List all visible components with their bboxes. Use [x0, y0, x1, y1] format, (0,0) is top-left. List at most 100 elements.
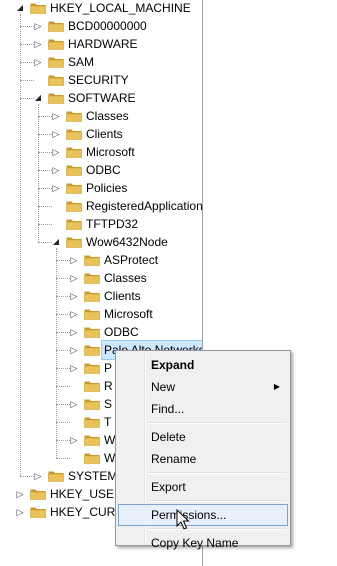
tree-node-label[interactable]: HARDWARE: [66, 35, 140, 53]
folder-icon: [84, 380, 100, 392]
menu-item-label: Permissions...: [151, 508, 227, 522]
tree-node-label[interactable]: R: [102, 377, 115, 395]
collapsed-triangle-icon[interactable]: ▷: [15, 488, 25, 500]
tree-node-policies[interactable]: ▷ Policies: [0, 179, 202, 197]
collapsed-triangle-icon[interactable]: ▷: [33, 56, 43, 68]
tree-node-wow-microsoft[interactable]: ▷ Microsoft: [0, 305, 202, 323]
tree-node-label[interactable]: BCD00000000: [66, 17, 149, 35]
tree-node-odbc[interactable]: ▷ ODBC: [0, 161, 202, 179]
folder-icon: [48, 470, 64, 482]
folder-icon: [84, 434, 100, 446]
folder-icon: [48, 56, 64, 68]
menu-item-label: Rename: [151, 452, 197, 466]
tree-node-label[interactable]: ASProtect: [102, 251, 160, 269]
folder-icon: [66, 146, 82, 158]
tree-node-label[interactable]: P: [102, 359, 114, 377]
menu-item-export[interactable]: Export: [118, 476, 288, 498]
menu-item-find[interactable]: Find...: [118, 398, 288, 420]
menu-item-delete[interactable]: Delete: [118, 426, 288, 448]
collapsed-triangle-icon[interactable]: ▷: [33, 38, 43, 50]
folder-icon: [84, 272, 100, 284]
folder-icon: [84, 452, 100, 464]
menu-item-new[interactable]: New ▶: [118, 376, 288, 398]
tree-node-wow6432node[interactable]: ◢ Wow6432Node: [0, 233, 202, 251]
tree-node-label[interactable]: RegisteredApplications: [84, 197, 202, 215]
collapsed-triangle-icon[interactable]: ▷: [69, 362, 79, 374]
tree-node-label[interactable]: SYSTEM: [66, 467, 119, 485]
tree-node-label[interactable]: Policies: [84, 179, 129, 197]
folder-icon: [66, 128, 82, 140]
submenu-arrow-icon: ▶: [273, 382, 280, 391]
tree-node-label[interactable]: HKEY_LOCAL_MACHINE: [48, 0, 193, 17]
tree-node-label[interactable]: Clients: [102, 287, 143, 305]
collapsed-triangle-icon[interactable]: ▷: [51, 164, 61, 176]
tree-node-hklm[interactable]: ◢ HKEY_LOCAL_MACHINE: [0, 0, 202, 17]
tree-node-tftpd32[interactable]: TFTPD32: [0, 215, 202, 233]
menu-item-label: Export: [151, 480, 186, 494]
collapsed-triangle-icon[interactable]: ▷: [51, 110, 61, 122]
expanded-triangle-icon[interactable]: ◢: [33, 92, 43, 104]
menu-item-rename[interactable]: Rename: [118, 448, 288, 470]
collapsed-triangle-icon[interactable]: ▷: [69, 398, 79, 410]
expanded-triangle-icon[interactable]: ◢: [15, 2, 25, 14]
folder-icon: [48, 38, 64, 50]
folder-icon: [30, 488, 46, 500]
collapsed-triangle-icon[interactable]: ▷: [69, 326, 79, 338]
tree-node-bcd[interactable]: ▷ BCD00000000: [0, 17, 202, 35]
folder-icon: [84, 254, 100, 266]
folder-icon: [84, 326, 100, 338]
menu-item-expand[interactable]: Expand: [118, 354, 288, 376]
collapsed-triangle-icon[interactable]: ▷: [33, 20, 43, 32]
tree-node-label[interactable]: SAM: [66, 53, 96, 71]
collapsed-triangle-icon[interactable]: ▷: [69, 254, 79, 266]
tree-node-clients[interactable]: ▷ Clients: [0, 125, 202, 143]
folder-icon: [48, 92, 64, 104]
collapsed-triangle-icon[interactable]: ▷: [69, 434, 79, 446]
collapsed-triangle-icon[interactable]: ▷: [69, 272, 79, 284]
collapsed-triangle-icon[interactable]: ▷: [51, 182, 61, 194]
tree-node-label[interactable]: Microsoft: [102, 305, 155, 323]
collapsed-triangle-icon[interactable]: ▷: [51, 146, 61, 158]
folder-icon: [84, 362, 100, 374]
tree-node-label[interactable]: SOFTWARE: [66, 89, 138, 107]
tree-node-software[interactable]: ◢ SOFTWARE: [0, 89, 202, 107]
tree-node-label[interactable]: ODBC: [84, 161, 123, 179]
folder-icon: [66, 182, 82, 194]
collapsed-triangle-icon[interactable]: ▷: [33, 470, 43, 482]
tree-node-sam[interactable]: ▷ SAM: [0, 53, 202, 71]
collapsed-triangle-icon[interactable]: ▷: [69, 290, 79, 302]
tree-node-label[interactable]: S: [102, 395, 114, 413]
tree-node-label[interactable]: Wow6432Node: [84, 233, 170, 251]
menu-item-label: Delete: [151, 430, 186, 444]
tree-node-label[interactable]: ODBC: [102, 323, 141, 341]
folder-icon: [30, 506, 46, 518]
tree-node-label[interactable]: Classes: [102, 269, 149, 287]
tree-node-wow-clients[interactable]: ▷ Clients: [0, 287, 202, 305]
folder-icon: [84, 308, 100, 320]
tree-node-classes[interactable]: ▷ Classes: [0, 107, 202, 125]
collapsed-triangle-icon[interactable]: ▷: [69, 308, 79, 320]
menu-item-copy-key-name[interactable]: Copy Key Name: [118, 532, 288, 554]
tree-node-label[interactable]: T: [102, 413, 113, 431]
tree-node-label[interactable]: Classes: [84, 107, 131, 125]
folder-icon: [30, 2, 46, 14]
folder-icon: [66, 218, 82, 230]
tree-node-microsoft[interactable]: ▷ Microsoft: [0, 143, 202, 161]
expanded-triangle-icon[interactable]: ◢: [51, 236, 61, 248]
collapsed-triangle-icon[interactable]: ▷: [51, 128, 61, 140]
collapsed-triangle-icon[interactable]: ▷: [15, 506, 25, 518]
tree-node-asprotect[interactable]: ▷ ASProtect: [0, 251, 202, 269]
folder-icon: [48, 20, 64, 32]
menu-separator: [148, 472, 287, 474]
tree-node-label[interactable]: Clients: [84, 125, 125, 143]
tree-node-label[interactable]: Microsoft: [84, 143, 137, 161]
tree-node-label[interactable]: SECURITY: [66, 71, 131, 89]
tree-node-registeredapplications[interactable]: RegisteredApplications: [0, 197, 202, 215]
tree-node-wow-odbc[interactable]: ▷ ODBC: [0, 323, 202, 341]
tree-node-hardware[interactable]: ▷ HARDWARE: [0, 35, 202, 53]
menu-item-permissions[interactable]: Permissions...: [118, 504, 288, 526]
collapsed-triangle-icon[interactable]: ▷: [69, 344, 79, 356]
tree-node-wow-classes[interactable]: ▷ Classes: [0, 269, 202, 287]
tree-node-security[interactable]: SECURITY: [0, 71, 202, 89]
tree-node-label[interactable]: TFTPD32: [84, 215, 140, 233]
